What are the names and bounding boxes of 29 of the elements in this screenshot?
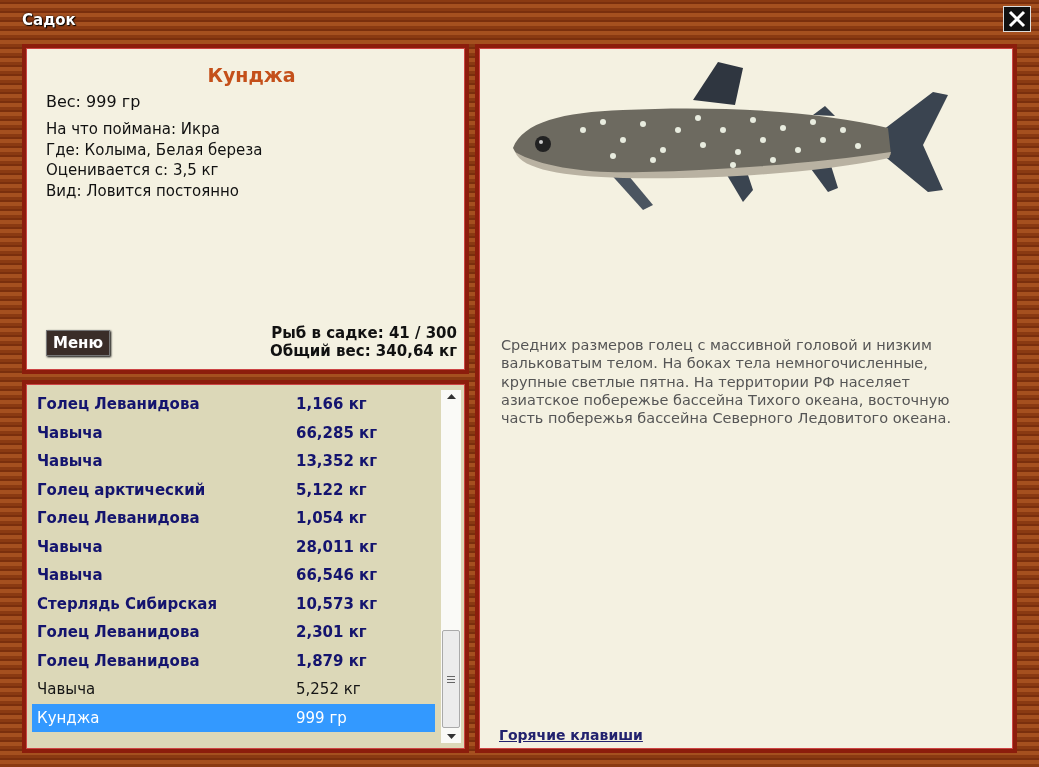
catch-list-item[interactable]: Чавыча 66,546 кг — [32, 561, 435, 590]
catch-list-item[interactable]: Чавыча 28,011 кг — [32, 532, 435, 561]
menu-button[interactable]: Меню — [46, 330, 111, 356]
catch-list-item[interactable]: Голец Леванидова 1,166 кг — [32, 390, 435, 419]
close-icon — [1008, 10, 1026, 28]
close-button[interactable] — [1003, 6, 1031, 32]
catch-list-item[interactable]: Голец Леванидова 2,301 кг — [32, 618, 435, 647]
catch-list-item[interactable]: Чавыча 13,352 кг — [32, 447, 435, 476]
fish-detail: Оценивается с: 3,5 кг — [46, 160, 220, 181]
catch-list-item[interactable]: Чавыча 66,285 кг — [32, 418, 435, 447]
stat-text: Рыб в садке: 41 / 300 — [271, 324, 457, 342]
scroll-thumb[interactable] — [442, 630, 460, 728]
catch-list-item[interactable]: Чавыча 5,252 кг — [32, 675, 435, 704]
fish-detail: Где: Колыма, Белая береза — [46, 139, 264, 160]
catch-list-item[interactable]: Голец Леванидова 1,879 кг — [32, 646, 435, 675]
catch-list-item[interactable]: Голец арктический 5,122 кг — [32, 475, 435, 504]
window-title: Садок — [22, 11, 76, 29]
hotkeys-link[interactable]: Горячие клавиши — [499, 727, 643, 743]
scrollbar[interactable] — [441, 390, 461, 743]
catch-list-item[interactable]: Стерлядь Сибирская 10,573 кг — [32, 589, 435, 618]
fish-weight: Вес: 999 гр — [46, 92, 142, 111]
scroll-up-icon[interactable] — [446, 394, 456, 399]
fish-detail: На что поймана: Икра — [46, 119, 221, 140]
fish-name: Кунджа — [207, 64, 296, 86]
fish-description: Средних размеров голец с массивной головой и низким вальковатым телом. На боках тела немногочисленные, крупные светлые пятна. На территории РФ населяет азиатское побережье бассейна Тихого океана, восточную часть побережья бассейна Северного Ледовитого океана. — [500, 336, 953, 428]
fish-detail: Вид: Ловится постоянно — [46, 180, 240, 201]
catch-list-item[interactable]: Голец Леванидова 1,054 кг — [32, 504, 435, 533]
stat-text: Общий вес: 340,64 кг — [270, 342, 457, 360]
scroll-down-icon[interactable] — [446, 734, 456, 739]
